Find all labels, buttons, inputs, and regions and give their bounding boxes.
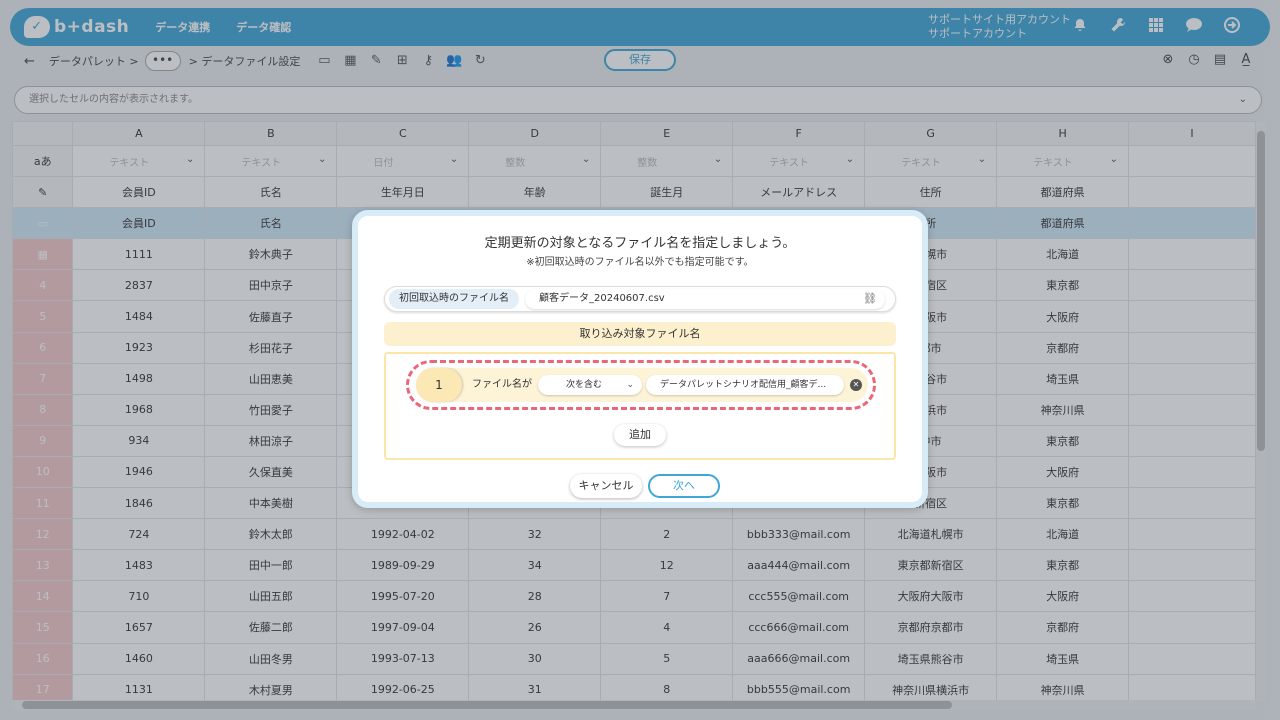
add-condition-button[interactable]: 追加: [614, 424, 666, 446]
cancel-button[interactable]: キャンセル: [570, 474, 642, 498]
condition-row: 1 ファイル名が 次を含む ⌄ データパレットシナリオ配信用_顧客デ... ✕: [416, 368, 868, 402]
initial-file-value: 顧客データ_20240607.csv ⛓: [525, 289, 885, 309]
file-name-dialog: 定期更新の対象となるファイル名を指定しましょう。 ※初回取込時のファイル名以外で…: [352, 210, 928, 508]
dialog-subtitle: ※初回取込時のファイル名以外でも指定可能です。: [526, 257, 754, 268]
condition-label: ファイル名が: [472, 379, 532, 390]
target-conditions-box: 1 ファイル名が 次を含む ⌄ データパレットシナリオ配信用_顧客デ... ✕ …: [384, 352, 896, 460]
condition-number: 1: [416, 368, 462, 402]
chevron-down-icon: ⌄: [626, 380, 634, 390]
target-heading: 取り込み対象ファイル名: [384, 322, 896, 346]
condition-operator-value: 次を含む: [566, 380, 603, 390]
remove-condition-icon[interactable]: ✕: [850, 379, 862, 391]
initial-file-value-text: 顧客データ_20240607.csv: [539, 293, 665, 304]
condition-value-input[interactable]: データパレットシナリオ配信用_顧客デ...: [646, 375, 844, 395]
initial-file-label: 初回取込時のファイル名: [389, 289, 519, 309]
next-button[interactable]: 次へ: [648, 474, 720, 498]
dialog-title: 定期更新の対象となるファイル名を指定しましょう。: [484, 236, 796, 251]
link-icon[interactable]: ⛓: [863, 289, 877, 309]
condition-operator-select[interactable]: 次を含む ⌄: [538, 375, 642, 395]
initial-file-row: 初回取込時のファイル名 顧客データ_20240607.csv ⛓: [384, 286, 896, 312]
